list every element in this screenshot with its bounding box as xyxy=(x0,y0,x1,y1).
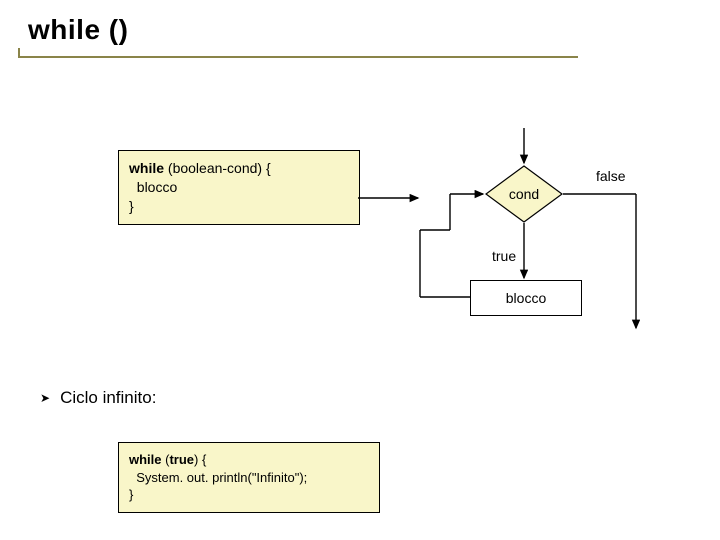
code1-l1r: (boolean-cond) { xyxy=(164,160,271,176)
code-box-while: while (boolean-cond) { blocco } xyxy=(118,150,360,225)
code1-l3: } xyxy=(129,198,134,214)
flow-label-false: false xyxy=(596,168,626,184)
flow-decision-label: cond xyxy=(485,165,563,223)
title-text: while () xyxy=(28,14,128,45)
code-box-infinite: while (true) { System. out. println("Inf… xyxy=(118,442,380,513)
code1-l2: blocco xyxy=(129,179,177,195)
page-title: while () xyxy=(28,14,128,46)
kw-true: true xyxy=(169,452,194,467)
title-rule-tick xyxy=(18,48,20,56)
code2-l1r2: ) { xyxy=(194,452,206,467)
code2-l2: System. out. println("Infinito"); xyxy=(129,470,307,485)
flow-process: blocco xyxy=(470,280,582,316)
flow-process-label: blocco xyxy=(506,290,546,306)
title-rule xyxy=(18,56,578,58)
bullet-icon: ➤ xyxy=(40,391,50,405)
bullet-text: Ciclo infinito: xyxy=(60,388,156,408)
kw-while-2: while xyxy=(129,452,162,467)
flow-label-true: true xyxy=(492,248,516,264)
kw-while: while xyxy=(129,160,164,176)
code2-l3: } xyxy=(129,487,133,502)
bullet-ciclo-infinito: ➤ Ciclo infinito: xyxy=(40,388,156,408)
